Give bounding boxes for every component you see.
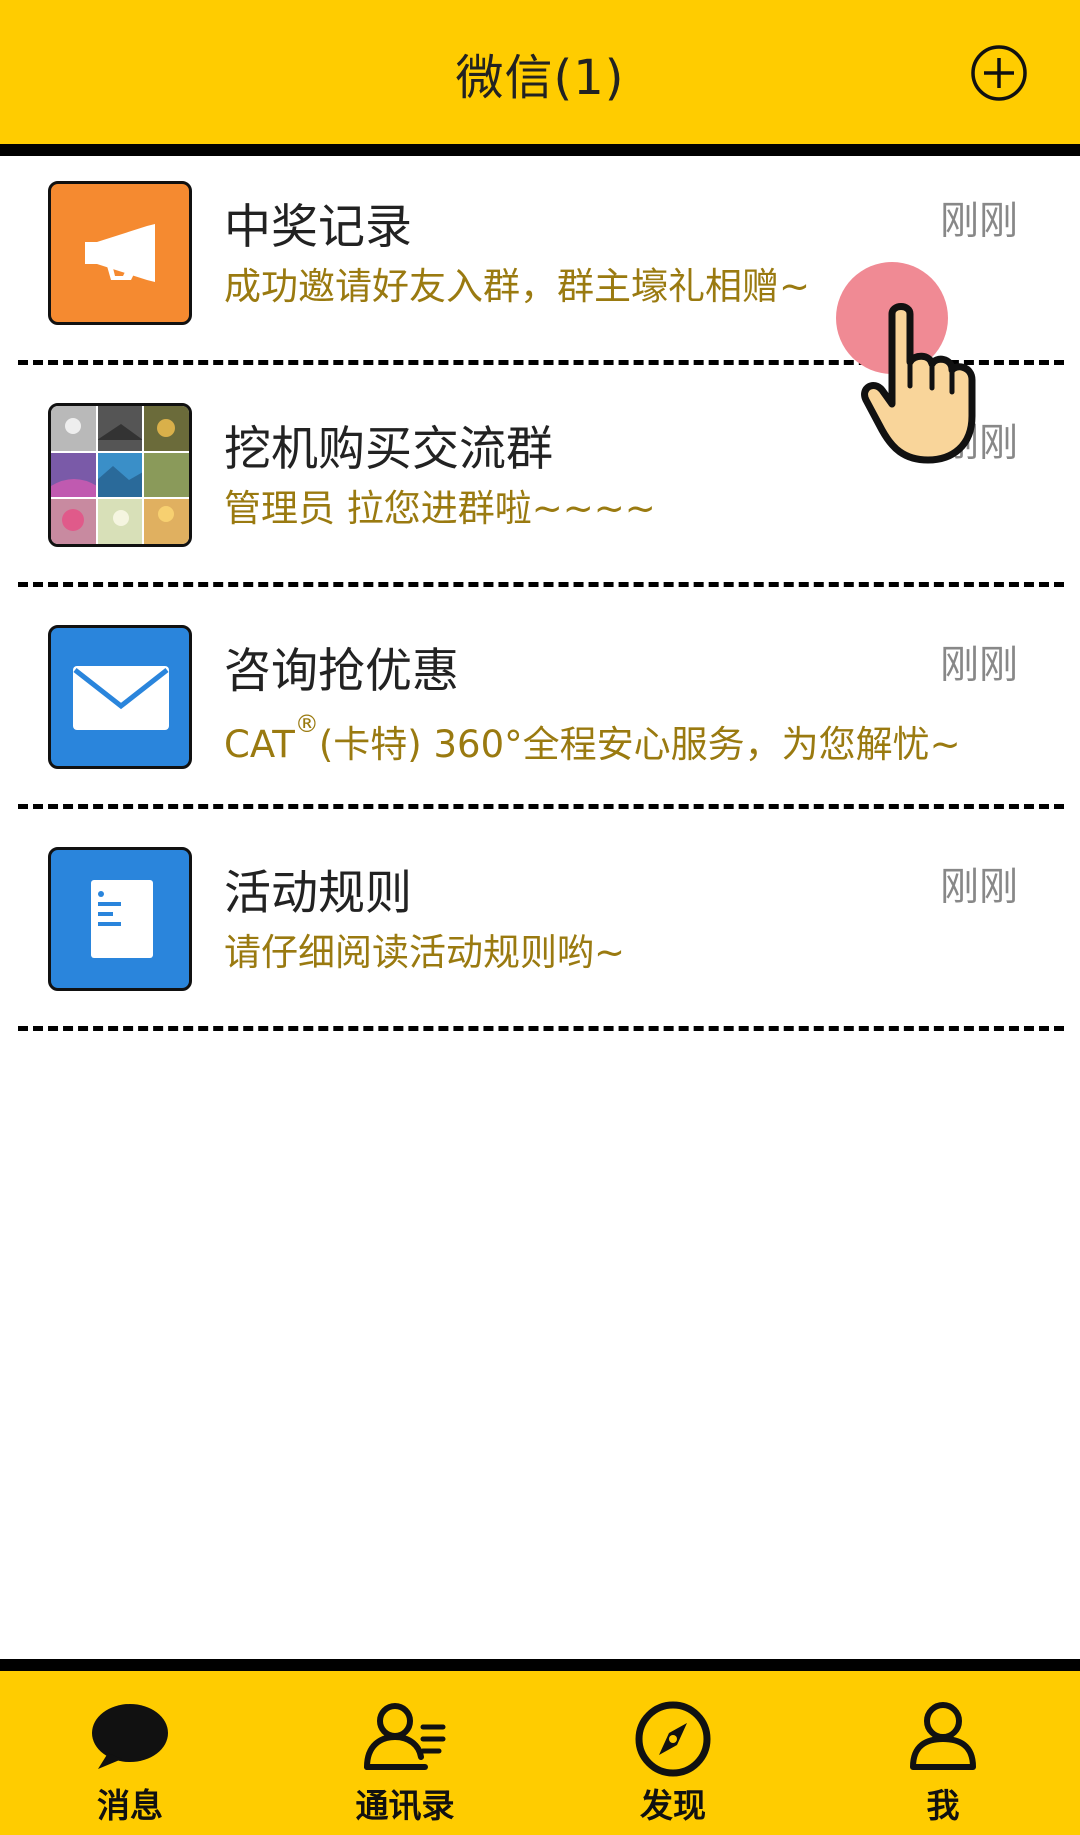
nav-tab-me[interactable]: 我 xyxy=(843,1671,1043,1835)
chat-time: 刚刚 xyxy=(939,643,1018,688)
contacts-icon xyxy=(363,1701,447,1771)
plus-circle-icon xyxy=(971,45,1027,101)
envelope-icon xyxy=(48,625,192,769)
nav-label: 消息 xyxy=(97,1786,163,1825)
megaphone-icon xyxy=(48,181,192,325)
chat-time: 刚刚 xyxy=(939,199,1018,244)
nav-label: 通讯录 xyxy=(355,1786,455,1825)
person-icon xyxy=(907,1701,979,1771)
document-icon xyxy=(48,847,192,991)
dashed-divider xyxy=(18,1026,1064,1031)
header-divider xyxy=(0,144,1080,156)
nav-label: 我 xyxy=(926,1786,960,1825)
photo-grid-icon xyxy=(48,403,192,547)
hand-pointer-icon xyxy=(858,300,988,470)
chat-message: 成功邀请好友入群，群主壕礼相赠~ xyxy=(224,265,811,308)
chat-title: 咨询抢优惠 xyxy=(224,644,459,699)
chat-title: 活动规则 xyxy=(224,866,412,921)
chat-bubble-icon xyxy=(90,1701,170,1771)
chat-title: 挖机购买交流群 xyxy=(224,422,553,477)
chat-message: CAT®(卡特) 360°全程安心服务，为您解忧~ xyxy=(224,710,961,766)
nav-label: 发现 xyxy=(640,1786,706,1825)
chat-item-consult-offer[interactable]: 咨询抢优惠 CAT®(卡特) 360°全程安心服务，为您解忧~ 刚刚 xyxy=(0,600,1080,822)
chat-message: 请仔细阅读活动规则哟~ xyxy=(224,931,626,974)
compass-icon xyxy=(635,1701,711,1777)
top-bar: 微信(1) xyxy=(0,0,1080,144)
chat-time: 刚刚 xyxy=(939,865,1018,910)
add-button[interactable] xyxy=(970,44,1028,102)
bottom-navigation: 消息 通讯录 发现 我 xyxy=(0,1671,1080,1835)
page-title: 微信(1) xyxy=(455,50,625,106)
chat-title: 中奖记录 xyxy=(224,200,412,255)
nav-tab-discover[interactable]: 发现 xyxy=(573,1671,773,1835)
dashed-divider xyxy=(18,804,1064,809)
nav-tab-contacts[interactable]: 通讯录 xyxy=(305,1671,505,1835)
chat-message: 管理员 拉您进群啦~~~~ xyxy=(224,487,656,530)
nav-tab-messages[interactable]: 消息 xyxy=(30,1671,230,1835)
nav-divider xyxy=(0,1659,1080,1671)
chat-item-activity-rules[interactable]: 活动规则 请仔细阅读活动规则哟~ 刚刚 xyxy=(0,822,1080,1044)
dashed-divider xyxy=(18,582,1064,587)
